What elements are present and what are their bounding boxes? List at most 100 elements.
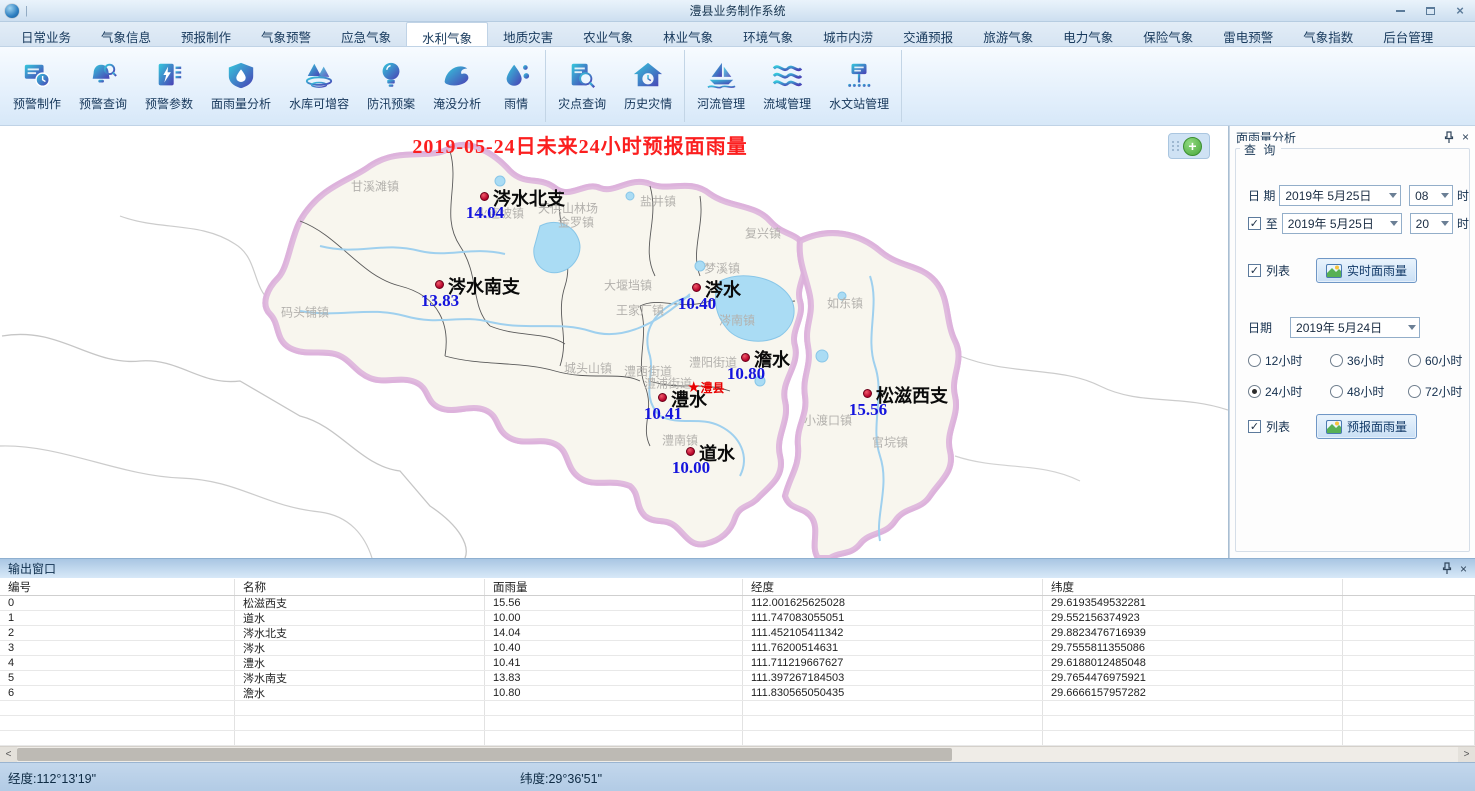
table-row[interactable]: 3涔水10.40111.7620051463129.7555811355086 xyxy=(0,641,1475,656)
table-cell: 111.711219667627 xyxy=(743,656,1043,670)
start-date-select[interactable]: 2019年 5月25日 xyxy=(1279,185,1401,206)
close-icon[interactable]: × xyxy=(1445,2,1475,20)
toolbar-button-水库可增容[interactable]: 水库可增容 xyxy=(280,47,358,125)
menu-tab-预报制作[interactable]: 预报制作 xyxy=(166,22,246,46)
table-cell xyxy=(743,701,1043,715)
forecast-list-checkbox[interactable]: ✓ xyxy=(1248,420,1261,433)
status-longitude: 经度:112°13'19" xyxy=(8,768,96,787)
toolbar-button-防汛预案[interactable]: 防汛预案 xyxy=(358,47,424,125)
table-row[interactable] xyxy=(0,701,1475,716)
scroll-left-icon[interactable]: < xyxy=(0,747,17,762)
table-row[interactable]: 0松滋西支15.56112.00162562502829.61935495322… xyxy=(0,596,1475,611)
scrollbar-thumb[interactable] xyxy=(17,748,952,761)
radio-36小时[interactable]: 36小时 xyxy=(1330,352,1408,369)
realtime-rain-button[interactable]: 实时面雨量 xyxy=(1316,258,1417,283)
menu-tab-雷电预警[interactable]: 雷电预警 xyxy=(1208,22,1288,46)
toolbar-button-历史灾情[interactable]: 历史灾情 xyxy=(615,47,681,125)
town-label-梦溪镇: 梦溪镇 xyxy=(704,260,740,277)
town-label-甘溪滩镇: 甘溪滩镇 xyxy=(351,178,399,195)
county-basemap xyxy=(0,126,1229,558)
menu-tab-交通预报[interactable]: 交通预报 xyxy=(888,22,968,46)
menu-tab-气象信息[interactable]: 气象信息 xyxy=(86,22,166,46)
minimize-icon[interactable] xyxy=(1385,2,1415,20)
menu-tab-应急气象[interactable]: 应急气象 xyxy=(326,22,406,46)
scrollbar-track[interactable] xyxy=(17,747,1458,762)
table-cell: 15.56 xyxy=(485,596,743,610)
menu-tab-旅游气象[interactable]: 旅游气象 xyxy=(968,22,1048,46)
toolbar-button-预警查询[interactable]: 预警查询 xyxy=(70,47,136,125)
table-row[interactable]: 4澧水10.41111.71121966762729.6188012485048 xyxy=(0,656,1475,671)
radio-72小时[interactable]: 72小时 xyxy=(1408,383,1475,400)
horizontal-scrollbar[interactable]: < > xyxy=(0,746,1475,762)
table-cell: 14.04 xyxy=(485,626,743,640)
menu-tab-后台管理[interactable]: 后台管理 xyxy=(1368,22,1448,46)
end-date-select[interactable]: 2019年 5月25日 xyxy=(1282,213,1402,234)
toolbar-button-淹没分析[interactable]: 淹没分析 xyxy=(424,47,490,125)
toolbar-button-预警参数[interactable]: 预警参数 xyxy=(136,47,202,125)
pin-icon[interactable] xyxy=(1442,562,1452,575)
column-header: 经度 xyxy=(743,579,1043,595)
map-add-layer-button[interactable]: + xyxy=(1168,133,1210,159)
to-checkbox[interactable]: ✓ xyxy=(1248,217,1261,230)
table-row[interactable]: 6澹水10.80111.83056505043529.6666157957282 xyxy=(0,686,1475,701)
radio-60小时[interactable]: 60小时 xyxy=(1408,352,1475,369)
start-hour-select[interactable]: 08 xyxy=(1409,185,1453,206)
toolbar-button-预警制作[interactable]: 预警制作 xyxy=(4,47,70,125)
output-close-icon[interactable]: × xyxy=(1460,562,1467,576)
table-row[interactable] xyxy=(0,716,1475,731)
maximize-icon[interactable] xyxy=(1415,2,1445,20)
drag-handle-icon xyxy=(1172,141,1180,151)
table-cell xyxy=(0,716,235,730)
green-plus-icon: + xyxy=(1183,137,1202,156)
river-boat-icon xyxy=(704,60,738,90)
menu-tab-日常业务[interactable]: 日常业务 xyxy=(6,22,86,46)
chevron-down-icon xyxy=(1441,221,1449,226)
menu-tab-农业气象[interactable]: 农业气象 xyxy=(568,22,648,46)
menu-tab-保险气象[interactable]: 保险气象 xyxy=(1128,22,1208,46)
toolbar-button-雨情[interactable]: 雨情 xyxy=(490,47,542,125)
station-dot-icon xyxy=(480,192,489,201)
menu-tab-林业气象[interactable]: 林业气象 xyxy=(648,22,728,46)
menu-tab-环境气象[interactable]: 环境气象 xyxy=(728,22,808,46)
menu-tab-气象预警[interactable]: 气象预警 xyxy=(246,22,326,46)
toolbar-button-河流管理[interactable]: 河流管理 xyxy=(688,47,754,125)
table-cell: 3 xyxy=(0,641,235,655)
menu-tab-气象指数[interactable]: 气象指数 xyxy=(1288,22,1368,46)
toolbar-button-灾点查询[interactable]: 灾点查询 xyxy=(549,47,615,125)
toolbar-button-流域管理[interactable]: 流域管理 xyxy=(754,47,820,125)
window-title: 澧县业务制作系统 xyxy=(0,2,1475,19)
pin-icon[interactable] xyxy=(1444,131,1454,144)
end-date-value: 2019年 5月25日 xyxy=(1288,215,1374,232)
menu-tab-城市内涝[interactable]: 城市内涝 xyxy=(808,22,888,46)
radio-12小时[interactable]: 12小时 xyxy=(1248,352,1330,369)
end-hour-value: 20 xyxy=(1416,217,1429,231)
chevron-down-icon xyxy=(1389,193,1397,198)
radio-48小时[interactable]: 48小时 xyxy=(1330,383,1408,400)
main-area: 2019-05-24日未来24小时预报面雨量 甘溪滩镇火连坡镇天供山林场金罗镇盐… xyxy=(0,126,1475,558)
forecast-date-select[interactable]: 2019年 5月24日 xyxy=(1290,317,1420,338)
realtime-list-checkbox[interactable]: ✓ xyxy=(1248,264,1261,277)
toolbar-button-水文站管理[interactable]: 水文站管理 xyxy=(820,47,898,125)
radio-24小时[interactable]: 24小时 xyxy=(1248,383,1330,400)
scroll-right-icon[interactable]: > xyxy=(1458,747,1475,762)
menu-tab-地质灾害[interactable]: 地质灾害 xyxy=(488,22,568,46)
toolbar-button-面雨量分析[interactable]: 面雨量分析 xyxy=(202,47,280,125)
table-cell: 道水 xyxy=(235,611,485,625)
table-row[interactable]: 5涔水南支13.83111.39726718450329.76544769759… xyxy=(0,671,1475,686)
table-row[interactable] xyxy=(0,731,1475,746)
table-cell xyxy=(1043,701,1343,715)
panel-close-icon[interactable]: × xyxy=(1462,130,1469,144)
toolbar-separator xyxy=(684,50,685,122)
table-row[interactable]: 1道水10.00111.74708305505129.552156374923 xyxy=(0,611,1475,626)
menu-tab-水利气象[interactable]: 水利气象 xyxy=(406,22,488,46)
forecast-rain-button[interactable]: 预报面雨量 xyxy=(1316,414,1417,439)
table-row[interactable]: 2涔水北支14.04111.45210541134229.88234767169… xyxy=(0,626,1475,641)
town-label-盐井镇: 盐井镇 xyxy=(640,193,676,210)
table-cell xyxy=(1343,731,1475,745)
menu-tab-电力气象[interactable]: 电力气象 xyxy=(1048,22,1128,46)
table-cell: 涔水 xyxy=(235,641,485,655)
map-canvas[interactable]: 2019-05-24日未来24小时预报面雨量 甘溪滩镇火连坡镇天供山林场金罗镇盐… xyxy=(0,126,1229,558)
station-dot-icon xyxy=(686,447,695,456)
end-hour-select[interactable]: 20 xyxy=(1410,213,1453,234)
output-table[interactable]: 编号名称面雨量经度纬度0松滋西支15.56112.00162562502829.… xyxy=(0,578,1475,746)
